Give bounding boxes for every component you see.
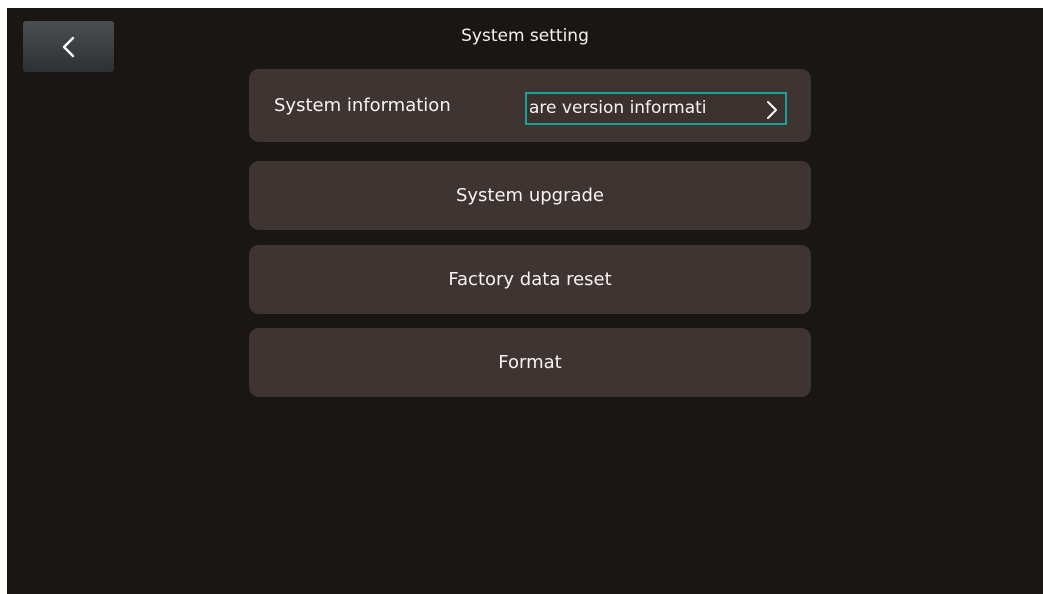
factory-data-reset-button[interactable]: Factory data reset [249,245,811,314]
screen: System setting System information are ve… [7,8,1043,594]
format-button[interactable]: Format [249,328,811,397]
system-information-row: System information are version informati [249,69,811,142]
system-information-label: System information [274,95,451,116]
factory-data-reset-label: Factory data reset [448,269,612,290]
system-upgrade-button[interactable]: System upgrade [249,161,811,230]
page-title: System setting [461,26,589,46]
format-label: Format [498,352,562,373]
software-version-field[interactable]: are version informati [525,92,787,125]
chevron-right-icon [765,99,779,123]
software-version-value: are version informati [529,98,707,118]
system-upgrade-label: System upgrade [455,185,605,206]
